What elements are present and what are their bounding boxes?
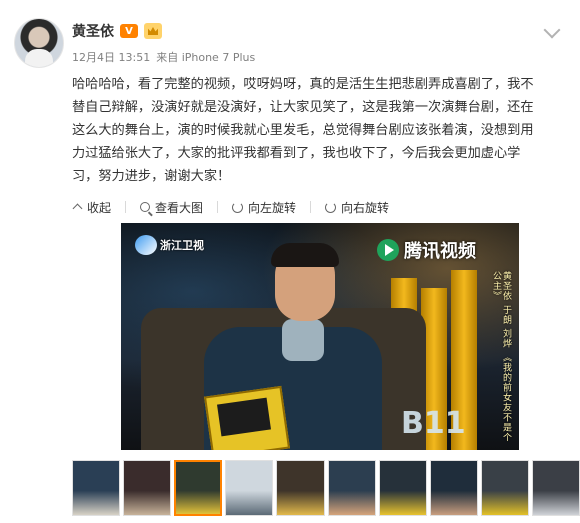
- thumbnail[interactable]: [123, 460, 172, 516]
- thumbnail-art: [176, 462, 221, 514]
- divider: [217, 201, 219, 213]
- thumbnail[interactable]: [327, 460, 376, 516]
- video-logo-text: 腾讯视频: [404, 241, 476, 262]
- image-actions-toolbar: 收起 查看大图 向左旋转 向右旋转: [72, 196, 403, 218]
- collapse-label: 收起: [87, 200, 112, 215]
- thumbnail[interactable]: [225, 460, 274, 516]
- thumbnail-art: [328, 461, 375, 515]
- avatar[interactable]: [14, 18, 64, 68]
- vip-badge-icon: V: [120, 24, 138, 38]
- side-caption: 黄圣依 于朗 刘烨 《我的前女友不是个公主》: [491, 271, 511, 443]
- man-collar: [282, 319, 324, 361]
- rotate-left-icon: [232, 201, 244, 213]
- search-icon: [140, 202, 151, 212]
- author-name[interactable]: 黄圣依: [72, 21, 114, 41]
- divider: [310, 201, 312, 213]
- channel-logo: 浙江卫视: [135, 235, 204, 255]
- thumbnail[interactable]: [429, 460, 478, 516]
- author-row: 黄圣依 V: [72, 21, 162, 41]
- thumbnail-art: [124, 461, 171, 515]
- post-header: 黄圣依 V 12月4日 13:51 来自 iPhone 7 Plus: [14, 18, 566, 70]
- rotate-left-label: 向左旋转: [248, 200, 297, 215]
- post-text: 哈哈哈哈，看了完整的视频，哎呀妈呀，真的是活生生把悲剧弄成喜剧了，我不 替自己辩…: [72, 77, 534, 184]
- rotate-right-label: 向右旋转: [341, 200, 390, 215]
- zhejiang-tv-icon: [135, 235, 157, 255]
- thumbnail[interactable]: [480, 460, 529, 516]
- thumbnail[interactable]: [174, 460, 223, 516]
- source: 来自 iPhone 7 Plus: [156, 51, 256, 64]
- view-large-label: 查看大图: [155, 200, 204, 215]
- rotate-right-icon: [325, 201, 337, 213]
- timestamp[interactable]: 12月4日 13:51: [72, 49, 150, 65]
- collapse-button[interactable]: 收起: [72, 199, 111, 216]
- channel-logo-text: 浙江卫视: [160, 239, 204, 252]
- thumbnail[interactable]: [276, 460, 325, 516]
- post-meta: 12月4日 13:51 来自 iPhone 7 Plus: [72, 49, 255, 65]
- thumbnail-strip: [72, 460, 580, 516]
- man-hair: [271, 243, 339, 267]
- thumbnail[interactable]: [72, 460, 121, 516]
- thumbnail-art: [277, 461, 324, 515]
- chevron-down-icon[interactable]: [543, 21, 561, 39]
- play-icon: [377, 239, 399, 261]
- video-logo: 腾讯视频: [377, 237, 476, 263]
- thumbnail-art: [532, 461, 579, 515]
- main-image[interactable]: 浙江卫视 腾讯视频 黄圣依 于朗 刘烨 《我的前女友不是个公主》 B11: [121, 223, 519, 450]
- thumbnail-art: [379, 461, 426, 515]
- view-large-button[interactable]: 查看大图: [140, 199, 203, 216]
- thumbnail-art: [226, 461, 273, 515]
- rotate-right-button[interactable]: 向右旋转: [325, 199, 389, 216]
- divider: [125, 201, 127, 213]
- thumbnail-art: [481, 461, 528, 515]
- collapse-icon: [72, 202, 82, 212]
- rotate-left-button[interactable]: 向左旋转: [232, 199, 296, 216]
- thumbnail-art: [73, 461, 120, 515]
- crown-icon: [144, 23, 162, 39]
- thumbnail-art: [430, 461, 477, 515]
- stage-number: B11: [401, 406, 466, 441]
- thumbnail[interactable]: [378, 460, 427, 516]
- avatar-figure: [25, 49, 53, 67]
- thumbnail[interactable]: [531, 460, 580, 516]
